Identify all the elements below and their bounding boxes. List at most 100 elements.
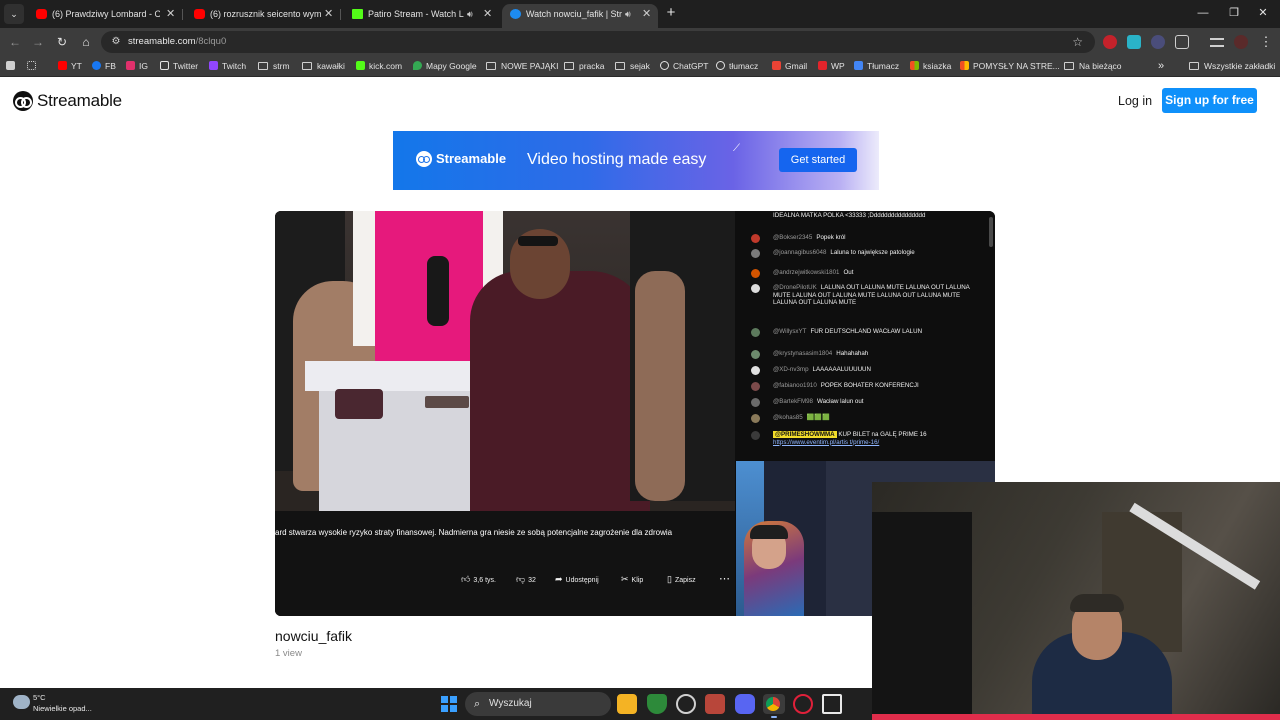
record-extension-icon[interactable]: [1103, 35, 1117, 49]
extension-icon[interactable]: [1151, 35, 1165, 49]
apps-grid-icon[interactable]: [27, 56, 40, 76]
file-explorer-icon[interactable]: [617, 694, 637, 714]
extension-icon[interactable]: [1127, 35, 1141, 49]
restore-button[interactable]: ❐: [1221, 4, 1247, 22]
minimize-button[interactable]: —: [1190, 4, 1216, 22]
folder-icon: [302, 62, 312, 70]
discord-icon[interactable]: [735, 694, 755, 714]
bookmark-google-translate[interactable]: Tłumacz: [854, 56, 899, 76]
opera-icon[interactable]: [793, 694, 813, 714]
close-icon[interactable]: ✕: [642, 4, 651, 24]
capcut-icon[interactable]: [822, 694, 842, 714]
bookmark-folder-kawalki[interactable]: kawałki: [302, 56, 345, 76]
share-button[interactable]: ➦ Udostępnij: [555, 573, 599, 587]
chat-scrollbar[interactable]: [989, 217, 993, 247]
bookmark-folder-na-biezaco[interactable]: Na bieżąco: [1064, 56, 1122, 76]
back-button[interactable]: ←: [5, 32, 25, 52]
weather-icon[interactable]: [13, 692, 30, 709]
login-link[interactable]: Log in: [1118, 91, 1152, 111]
close-icon[interactable]: ✕: [166, 4, 175, 24]
close-icon[interactable]: ✕: [483, 4, 492, 24]
avatar: [751, 350, 760, 359]
speaker-icon[interactable]: 🔊︎: [467, 4, 473, 24]
photos-app-icon[interactable]: [705, 694, 725, 714]
home-button[interactable]: ⌂: [76, 32, 96, 52]
bookmark-folder-pracka[interactable]: pracka: [564, 56, 605, 76]
extensions-puzzle-icon[interactable]: [1175, 35, 1189, 49]
reading-list-icon[interactable]: [6, 56, 19, 76]
security-shield-icon[interactable]: [647, 694, 667, 714]
save-button[interactable]: ▯ Zapisz: [667, 573, 696, 587]
bookmark-folder-sejak[interactable]: sejak: [615, 56, 650, 76]
search-placeholder: Wyszukaj: [489, 698, 532, 709]
video-frame: [275, 211, 735, 616]
all-bookmarks-folder[interactable]: Wszystkie zakładki: [1189, 56, 1275, 76]
avatar: [751, 431, 760, 440]
close-window-button[interactable]: ✕: [1250, 4, 1276, 22]
get-started-button[interactable]: Get started: [779, 148, 857, 172]
more-bookmarks-chevron-icon[interactable]: »: [1158, 56, 1164, 76]
tab-separator: [182, 9, 183, 20]
browser-tab-strip: ⌄ (6) Prawdziwy Lombard - Odcin ✕ (6) ro…: [0, 0, 1280, 28]
windows-taskbar: 5°C Niewielkie opad... ⌕ Wyszukaj: [0, 688, 872, 720]
bookmark-star-icon[interactable]: ☆: [1072, 31, 1083, 53]
bookmark-pomysly[interactable]: POMYSŁY NA STRE...: [960, 56, 1060, 76]
bookmark-ksiazka[interactable]: ksiazka: [910, 56, 951, 76]
bookmark-ig[interactable]: IG: [126, 56, 148, 76]
wp-icon: [818, 61, 827, 70]
speaker-icon[interactable]: 🔊︎: [625, 4, 631, 24]
bookmark-kick[interactable]: kick.com: [356, 56, 402, 76]
address-bar[interactable]: ⚙ streamable.com/8clqu0 ☆: [101, 31, 1095, 53]
profile-avatar[interactable]: [1234, 35, 1248, 49]
media-controls-icon[interactable]: [1210, 38, 1224, 47]
bookmark-yt[interactable]: YT: [58, 56, 82, 76]
tab-patiro-stream[interactable]: Patiro Stream - Watch Live 🔊︎ ✕: [344, 4, 496, 28]
more-options-icon[interactable]: ⋯: [719, 573, 730, 585]
kick-icon: [352, 9, 363, 19]
signup-button[interactable]: Sign up for free: [1162, 88, 1257, 113]
recording-app-icon[interactable]: [676, 694, 696, 714]
bookmark-folder-strm[interactable]: strm: [258, 56, 290, 76]
close-icon[interactable]: ✕: [324, 4, 333, 24]
thumbs-down-icon: 👎︎: [516, 574, 526, 584]
bookmark-wp[interactable]: WP: [818, 56, 845, 76]
like-button[interactable]: 👍︎ 3,6 tys.: [461, 573, 496, 587]
tab-title: (6) Prawdziwy Lombard - Odcin: [52, 9, 160, 19]
reload-button[interactable]: ↻: [52, 32, 72, 52]
avatar: [751, 284, 760, 293]
new-tab-button[interactable]: +: [664, 3, 678, 23]
weather-description[interactable]: Niewielkie opad...: [33, 704, 92, 714]
bookmark-gmail[interactable]: Gmail: [772, 56, 807, 76]
scissors-icon: ✂: [621, 574, 629, 584]
avatar: [751, 398, 760, 407]
bookmark-twitter[interactable]: Twitter: [160, 56, 198, 76]
chrome-icon[interactable]: [763, 694, 785, 718]
weather-temperature[interactable]: 5°C: [33, 693, 46, 703]
thumbs-up-icon: 👍︎: [461, 574, 471, 584]
bookmark-folder-nowe-pajaki[interactable]: NOWE PAJĄKI: [486, 56, 558, 76]
taskbar-search[interactable]: ⌕ Wyszukaj: [465, 692, 611, 716]
windows-start-icon[interactable]: [441, 696, 457, 712]
bookmark-google-maps[interactable]: Mapy Google: [413, 56, 477, 76]
tab-search-button[interactable]: ⌄: [4, 4, 24, 24]
tab-prawdziwy-lombard[interactable]: (6) Prawdziwy Lombard - Odcin ✕: [28, 4, 180, 28]
promo-banner[interactable]: Streamable Video hosting made easy ⟋ Get…: [393, 131, 879, 190]
tab-streamable-active[interactable]: Watch nowciu_fafik | Stream 🔊︎ ✕: [502, 4, 658, 28]
clip-button[interactable]: ✂ Klip: [621, 573, 643, 587]
browser-toolbar: ← → ↻ ⌂ ⚙ streamable.com/8clqu0 ☆ ⋮: [0, 28, 1280, 56]
folder-icon: [258, 62, 268, 70]
site-info-icon[interactable]: ⚙: [109, 34, 123, 50]
tab-rozrusznik-seicento[interactable]: (6) rozrusznik seicento wymian ✕: [186, 4, 338, 28]
live-chat-panel: IDEALNA MATKA POLKA <33333 ;Dddddddddddd…: [735, 211, 995, 461]
forward-button[interactable]: →: [28, 32, 48, 52]
bookmark-fb[interactable]: FB: [92, 56, 116, 76]
bookmark-tlumacz[interactable]: tłumacz: [716, 56, 758, 76]
globe-icon: [716, 61, 725, 70]
youtube-icon: [194, 9, 205, 19]
event-link[interactable]: https://www.eventim.pl/artis t/prime-16/: [773, 439, 879, 446]
bookmark-twitch[interactable]: Twitch: [209, 56, 246, 76]
dislike-button[interactable]: 👎︎ 32: [516, 573, 536, 587]
bookmark-chatgpt[interactable]: ChatGPT: [660, 56, 708, 76]
streamable-logo-icon: [13, 91, 33, 111]
chrome-menu-icon[interactable]: ⋮: [1256, 32, 1276, 52]
